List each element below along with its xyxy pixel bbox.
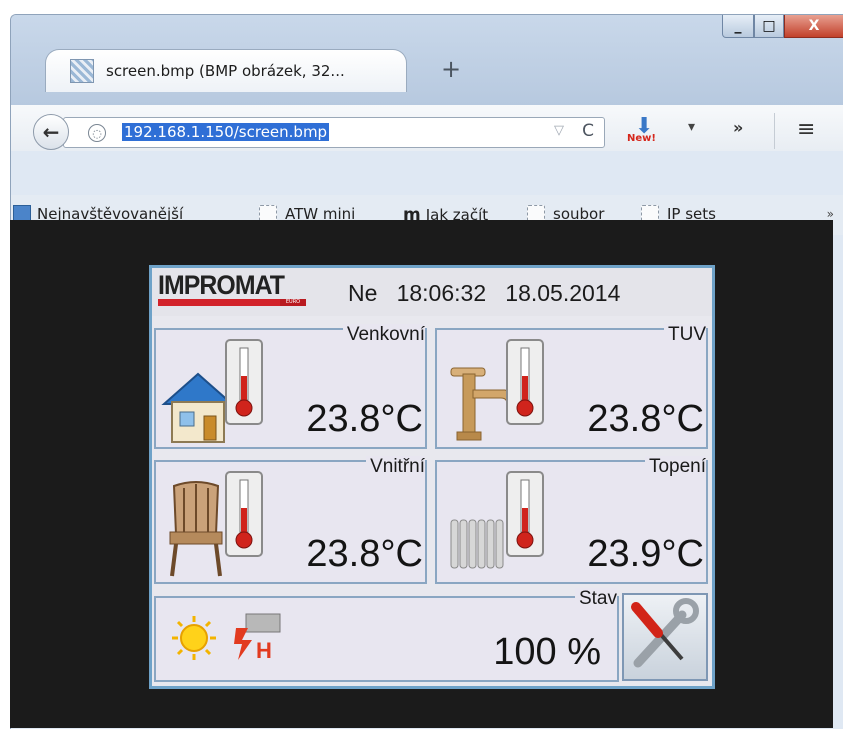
indoor-temperature: 23.8°C bbox=[306, 533, 423, 575]
date-time: Ne 18:06:32 18.05.2014 bbox=[348, 280, 620, 307]
status-value: 100 % bbox=[493, 631, 601, 673]
brand-name: IMPROMAT bbox=[158, 270, 285, 300]
panel-title: Stav bbox=[574, 588, 617, 610]
panel-title: Topení bbox=[644, 456, 706, 478]
device-screen-image: IMPROMAT EURO Ne 18:06:32 18.05.2014 Ven… bbox=[149, 265, 715, 689]
electric-heater-icon: H bbox=[234, 613, 281, 663]
panel-title: Vnitřní bbox=[366, 456, 425, 478]
arrow-left-icon: ← bbox=[42, 120, 60, 144]
panel-indoor: Vnitřní 23.8°C bbox=[154, 456, 427, 584]
hamburger-menu-button[interactable]: ≡ bbox=[797, 117, 815, 142]
tab-title: screen.bmp (BMP obrázek, 32... bbox=[106, 62, 345, 80]
sun-icon bbox=[172, 616, 216, 660]
wrench-screwdriver-icon bbox=[631, 598, 699, 668]
panel-title: TUV bbox=[664, 324, 706, 346]
back-button[interactable]: ← bbox=[33, 114, 69, 150]
radiator-icon bbox=[450, 519, 504, 569]
download-button[interactable]: ⬇ New! bbox=[625, 116, 661, 146]
title-bar: _ □ X screen.bmp (BMP obrázek, 32... + bbox=[11, 15, 843, 105]
navigation-toolbar: ◌ 192.168.1.150/screen.bmp ▽ C ← ⬇ New! … bbox=[11, 105, 843, 151]
page-content: IMPROMAT EURO Ne 18:06:32 18.05.2014 Ven… bbox=[10, 220, 833, 728]
minimize-button[interactable]: _ bbox=[722, 15, 754, 38]
panel-status: Stav H 100 % bbox=[154, 588, 619, 682]
bookmarks-overflow-button[interactable]: » bbox=[827, 207, 834, 221]
close-button[interactable]: X bbox=[784, 15, 843, 38]
heating-temperature: 23.9°C bbox=[587, 533, 704, 575]
url-text[interactable]: 192.168.1.150/screen.bmp bbox=[122, 123, 330, 141]
brand-logo: IMPROMAT EURO bbox=[158, 270, 306, 306]
svg-text:H: H bbox=[256, 638, 272, 663]
thermometer-icon bbox=[506, 471, 544, 557]
panel-title: Venkovní bbox=[342, 324, 425, 346]
thermometer-icon bbox=[225, 339, 263, 425]
settings-button[interactable] bbox=[622, 593, 708, 681]
download-dropdown-button[interactable]: ▾ bbox=[688, 119, 695, 135]
thermometer-icon bbox=[506, 339, 544, 425]
panel-heating: Topení 23.9°C bbox=[435, 456, 708, 584]
hot-water-temperature: 23.8°C bbox=[587, 398, 704, 440]
globe-icon: ◌ bbox=[88, 124, 106, 142]
thermometer-icon bbox=[225, 471, 263, 557]
panel-hot-water: TUV 23.8°C bbox=[435, 324, 708, 449]
overflow-button[interactable]: » bbox=[733, 118, 743, 137]
browser-tab[interactable]: screen.bmp (BMP obrázek, 32... bbox=[45, 49, 407, 92]
panel-outdoor: Venkovní 23.8°C bbox=[154, 324, 427, 449]
outdoor-temperature: 23.8°C bbox=[306, 398, 423, 440]
date-label: 18.05.2014 bbox=[505, 280, 621, 306]
brand-sub: EURO bbox=[280, 299, 306, 306]
address-bar[interactable]: ◌ 192.168.1.150/screen.bmp ▽ C bbox=[63, 117, 605, 148]
device-header: IMPROMAT EURO Ne 18:06:32 18.05.2014 bbox=[152, 268, 712, 316]
toolbar-separator bbox=[774, 113, 775, 149]
bmp-image-icon bbox=[70, 59, 94, 83]
window-controls: _ □ X bbox=[722, 15, 843, 38]
new-badge: New! bbox=[627, 133, 656, 144]
day-label: Ne bbox=[348, 280, 378, 306]
new-tab-button[interactable]: + bbox=[441, 55, 461, 83]
reload-button[interactable]: C bbox=[582, 121, 594, 141]
history-dropdown-icon[interactable]: ▽ bbox=[554, 123, 564, 138]
maximize-button[interactable]: □ bbox=[754, 15, 784, 38]
time-label: 18:06:32 bbox=[396, 280, 487, 306]
